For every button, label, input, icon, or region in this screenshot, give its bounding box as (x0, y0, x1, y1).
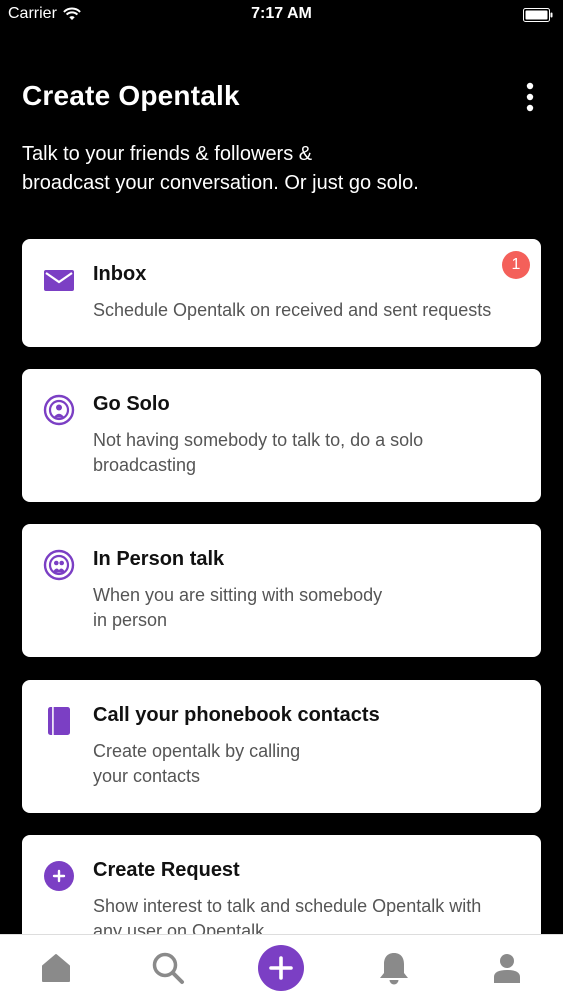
battery-icon (523, 8, 553, 22)
status-bar: Carrier 7:17 AM (0, 0, 563, 30)
page-title: Create Opentalk (22, 80, 240, 111)
go-solo-card-title: Go Solo (93, 393, 170, 415)
inbox-card-description: Schedule Opentalk on received and sent r… (93, 298, 523, 323)
inbox-card-title: Inbox (93, 263, 147, 285)
phonebook-card-title: Call your phonebook contacts (93, 704, 380, 726)
more-vertical-icon[interactable] (519, 82, 541, 112)
create-request-card-title: Create Request (93, 859, 240, 881)
create-icon (258, 945, 304, 991)
home-icon (42, 954, 70, 982)
phonebook-card-description: Create opentalk by calling your contacts (93, 739, 523, 789)
subtitle-line-2: broadcast your conversation. Or just go … (22, 172, 419, 194)
in-person-card-description: When you are sitting with somebody in pe… (93, 583, 523, 633)
plus-circle-icon (44, 861, 74, 891)
phonebook-card[interactable]: Call your phonebook contacts Create open… (22, 680, 541, 813)
inbox-card[interactable]: Inbox Schedule Opentalk on received and … (22, 239, 541, 347)
page-subtitle: Talk to your friends & followers & broad… (22, 140, 522, 198)
in-person-card-desc-line-2: in person (93, 610, 168, 630)
status-time: 7:17 AM (251, 5, 312, 22)
create-request-card-desc-line-1: Show interest to talk and schedule Opent… (93, 896, 482, 916)
phonebook-card-desc-line-1: Create opentalk by calling (93, 741, 301, 761)
in-person-card-desc-line-1: When you are sitting with somebody (93, 585, 383, 605)
tab-bar (0, 934, 563, 1001)
go-solo-card-desc-line-1: Not having somebody to talk to, do a sol… (93, 430, 424, 450)
notifications-icon (380, 953, 408, 985)
tab-home[interactable] (0, 935, 112, 1001)
tab-notifications[interactable] (338, 935, 450, 1001)
tab-profile[interactable] (451, 935, 563, 1001)
inbox-card-desc-line-1: Schedule Opentalk on received and sent r… (93, 300, 492, 320)
tab-create[interactable] (225, 935, 337, 1001)
subtitle-line-1: Talk to your friends & followers & (22, 143, 313, 165)
profile-icon (494, 954, 520, 983)
broadcast-person-icon (43, 394, 75, 426)
broadcast-group-icon (43, 549, 75, 581)
go-solo-card[interactable]: Go Solo Not having somebody to talk to, … (22, 369, 541, 502)
go-solo-card-desc-line-2: broadcasting (93, 455, 197, 475)
tab-search[interactable] (112, 935, 224, 1001)
envelope-icon (44, 270, 74, 291)
phonebook-icon (48, 707, 70, 735)
inbox-count-badge: 1 (502, 251, 530, 279)
phonebook-card-desc-line-2: your contacts (93, 766, 201, 786)
in-person-card[interactable]: In Person talk When you are sitting with… (22, 524, 541, 657)
go-solo-card-description: Not having somebody to talk to, do a sol… (93, 428, 523, 478)
in-person-card-title: In Person talk (93, 548, 225, 570)
search-icon (152, 952, 184, 984)
